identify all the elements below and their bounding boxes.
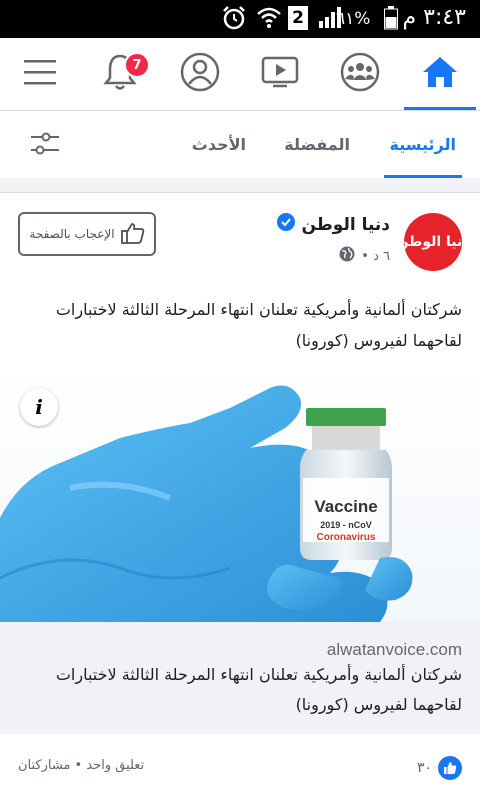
- post-footer: ٣٠ تعليق واحد • مشاركتان: [0, 746, 480, 790]
- nav-watch-button[interactable]: [240, 38, 320, 110]
- nav-profile-button[interactable]: [160, 38, 240, 110]
- nav-notifications-button[interactable]: 7: [80, 38, 160, 110]
- page-avatar[interactable]: دنيا الوطن: [404, 213, 462, 271]
- profile-icon: [180, 52, 220, 96]
- tab-favorites[interactable]: المفضلة: [284, 111, 350, 178]
- nav-groups-button[interactable]: [320, 38, 400, 110]
- vial-sub2: Coronavirus: [317, 532, 376, 543]
- page-name-text: دنيا الوطن: [301, 214, 390, 235]
- avatar-logo-text: دنيا الوطن: [404, 234, 462, 250]
- nav-menu-button[interactable]: [0, 38, 80, 110]
- status-time: ٣:٤٣ م: [402, 5, 467, 30]
- notifications-badge: 7: [124, 52, 150, 78]
- reactions-summary[interactable]: ٣٠: [417, 756, 462, 780]
- like-page-button[interactable]: الإعجاب بالصفحة: [18, 212, 156, 256]
- menu-icon: [23, 58, 57, 90]
- thumbs-up-icon: [120, 222, 145, 247]
- globe-icon: [339, 246, 355, 266]
- link-title: شركتان ألمانية وأمريكية تعلنان انتهاء ال…: [55, 665, 462, 714]
- nav-home-button[interactable]: [400, 38, 480, 110]
- info-button[interactable]: i: [20, 388, 58, 426]
- like-page-label: الإعجاب بالصفحة: [29, 227, 115, 241]
- feed-tabs: الرئيسية المفضلة الأحدث: [0, 111, 480, 179]
- filter-settings-icon[interactable]: [30, 131, 60, 161]
- feed-separator: [0, 178, 480, 193]
- reactions-count: ٣٠: [416, 760, 432, 776]
- link-domain: alwatanvoice.com: [326, 640, 462, 659]
- tab-recent[interactable]: الأحدث: [192, 111, 246, 178]
- tab-home[interactable]: الرئيسية: [383, 111, 462, 178]
- vial-sub1: 2019 - nCoV: [320, 520, 372, 530]
- battery-icon: [384, 6, 398, 34]
- vaccine-glove-illustration: Vaccine 2019 - nCoV Coronavirus: [0, 385, 413, 622]
- link-preview[interactable]: alwatanvoice.com شركتان ألمانية وأمريكية…: [0, 622, 480, 734]
- status-bar: ٣:٤٣ م ٦١% 2: [0, 0, 480, 38]
- post-meta: ٦ د •: [339, 246, 390, 266]
- page-name[interactable]: دنيا الوطن: [277, 213, 390, 236]
- verified-badge-icon: [277, 213, 296, 236]
- signal-icon: [318, 6, 342, 32]
- comments-shares-count[interactable]: تعليق واحد • مشاركتان: [18, 758, 144, 773]
- top-navigation: 7: [0, 38, 480, 111]
- post-time[interactable]: ٦ د •: [361, 249, 390, 264]
- alarm-icon: [222, 6, 246, 34]
- post-header: دنيا الوطن دنيا الوطن ٦ د • الإعجاب بالص…: [0, 193, 480, 283]
- sim-icon: 2: [288, 6, 308, 30]
- vial-label: Vaccine: [314, 497, 377, 516]
- watch-icon: [261, 55, 299, 93]
- post-image[interactable]: Vaccine 2019 - nCoV Coronavirus i: [0, 368, 480, 622]
- post-text: شركتان ألمانية وأمريكية تعلنان انتهاء ال…: [55, 300, 462, 350]
- groups-icon: [340, 52, 380, 96]
- home-icon: [421, 55, 459, 93]
- wifi-icon: [256, 6, 282, 34]
- like-reaction-icon: [438, 756, 462, 780]
